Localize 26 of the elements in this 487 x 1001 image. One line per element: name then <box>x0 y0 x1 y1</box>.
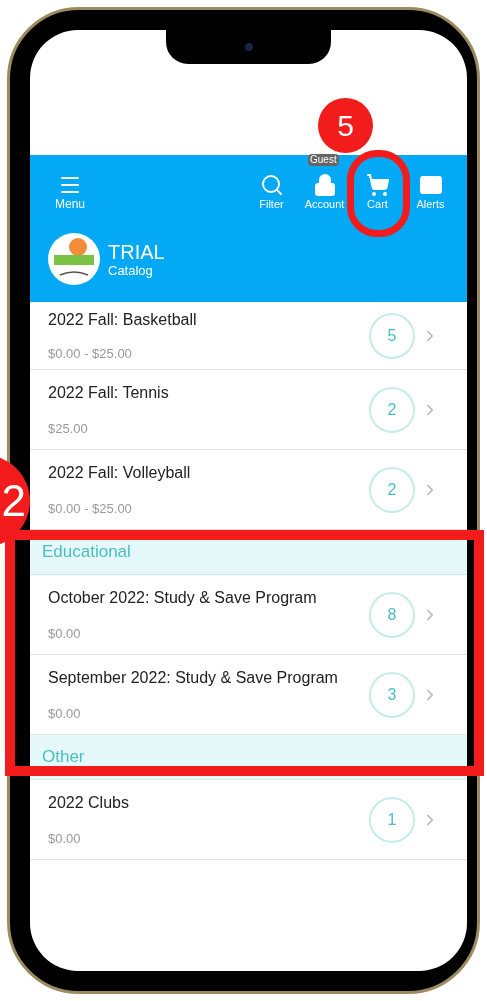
count-badge: 2 <box>369 386 415 433</box>
count-badge: 8 <box>369 591 415 638</box>
brand-subtitle: Catalog <box>108 262 154 278</box>
count-badge: 5 <box>369 312 415 359</box>
price-range: $0.00 <box>48 830 82 847</box>
camera-icon <box>244 43 253 51</box>
price-range: $0.00 - $25.00 <box>48 500 133 517</box>
logo-drawing <box>48 233 100 285</box>
price-range: $0.00 <box>48 705 82 722</box>
price-range: $0.00 <box>48 625 82 642</box>
price-range: $25.00 <box>48 420 89 437</box>
program-title: October 2022: Study & Save Program <box>48 587 318 608</box>
program-title: 2022 Fall: Volleyball <box>48 462 192 483</box>
price-range: $0.00 - $25.00 <box>48 345 133 362</box>
guest-tooltip: Guest <box>308 154 339 166</box>
program-title: 2022 Fall: Basketball <box>48 309 198 330</box>
search-icon <box>259 173 284 197</box>
count-badge: 1 <box>369 796 415 843</box>
cart-icon <box>365 173 390 197</box>
program-title: 2022 Fall: Tennis <box>48 382 170 403</box>
count-badge: 2 <box>369 466 415 513</box>
program-title: September 2022: Study & Save Program <box>48 667 339 688</box>
count-badge: 3 <box>369 671 415 718</box>
program-title: 2022 Clubs <box>48 792 130 813</box>
lock-icon <box>312 173 337 197</box>
brand-title: TRIAL <box>108 240 165 263</box>
